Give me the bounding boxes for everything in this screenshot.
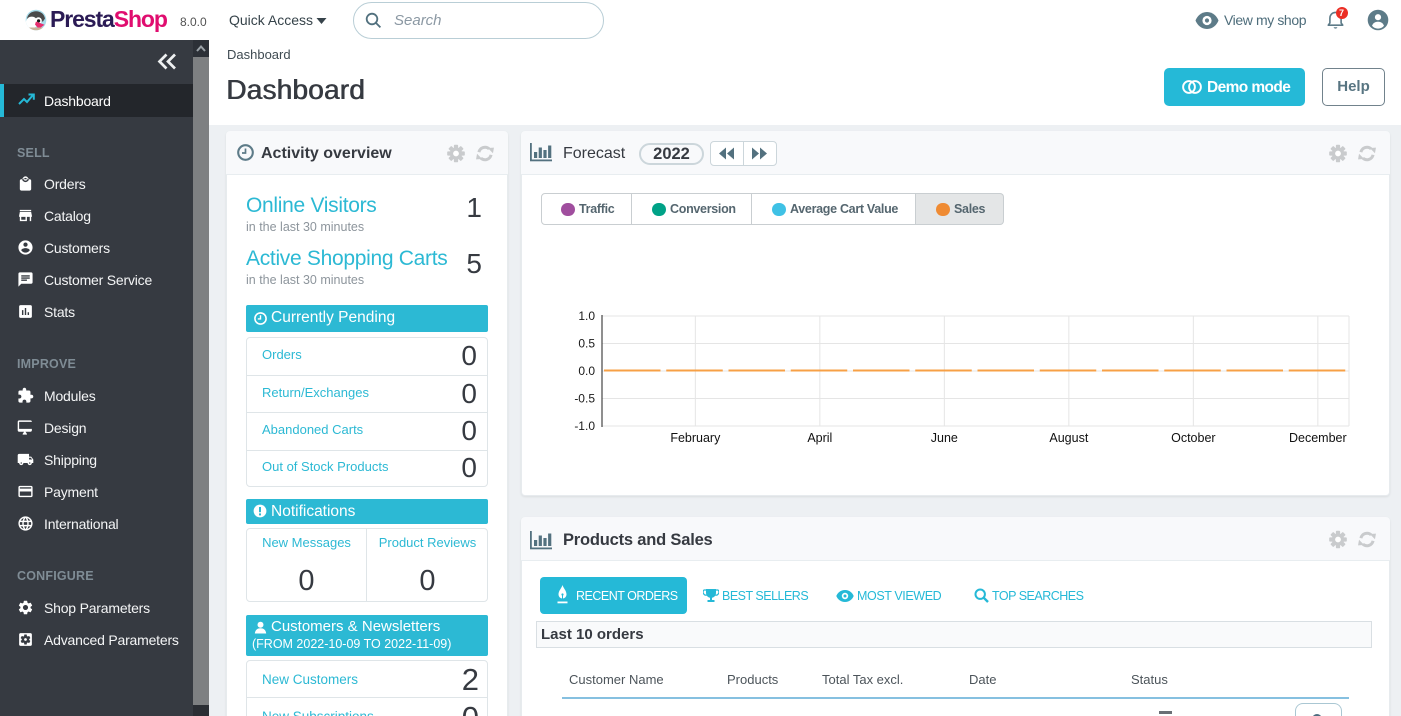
svg-text:December: December [1289,431,1347,445]
svg-text:August: August [1049,431,1088,445]
svg-text:-0.5: -0.5 [574,392,595,406]
svg-text:0.5: 0.5 [578,337,595,351]
svg-text:-1.0: -1.0 [574,419,595,433]
svg-text:October: October [1171,431,1215,445]
svg-text:June: June [931,431,958,445]
svg-text:April: April [807,431,832,445]
svg-text:0.0: 0.0 [578,364,595,378]
svg-text:February: February [670,431,721,445]
svg-text:1.0: 1.0 [578,309,595,323]
